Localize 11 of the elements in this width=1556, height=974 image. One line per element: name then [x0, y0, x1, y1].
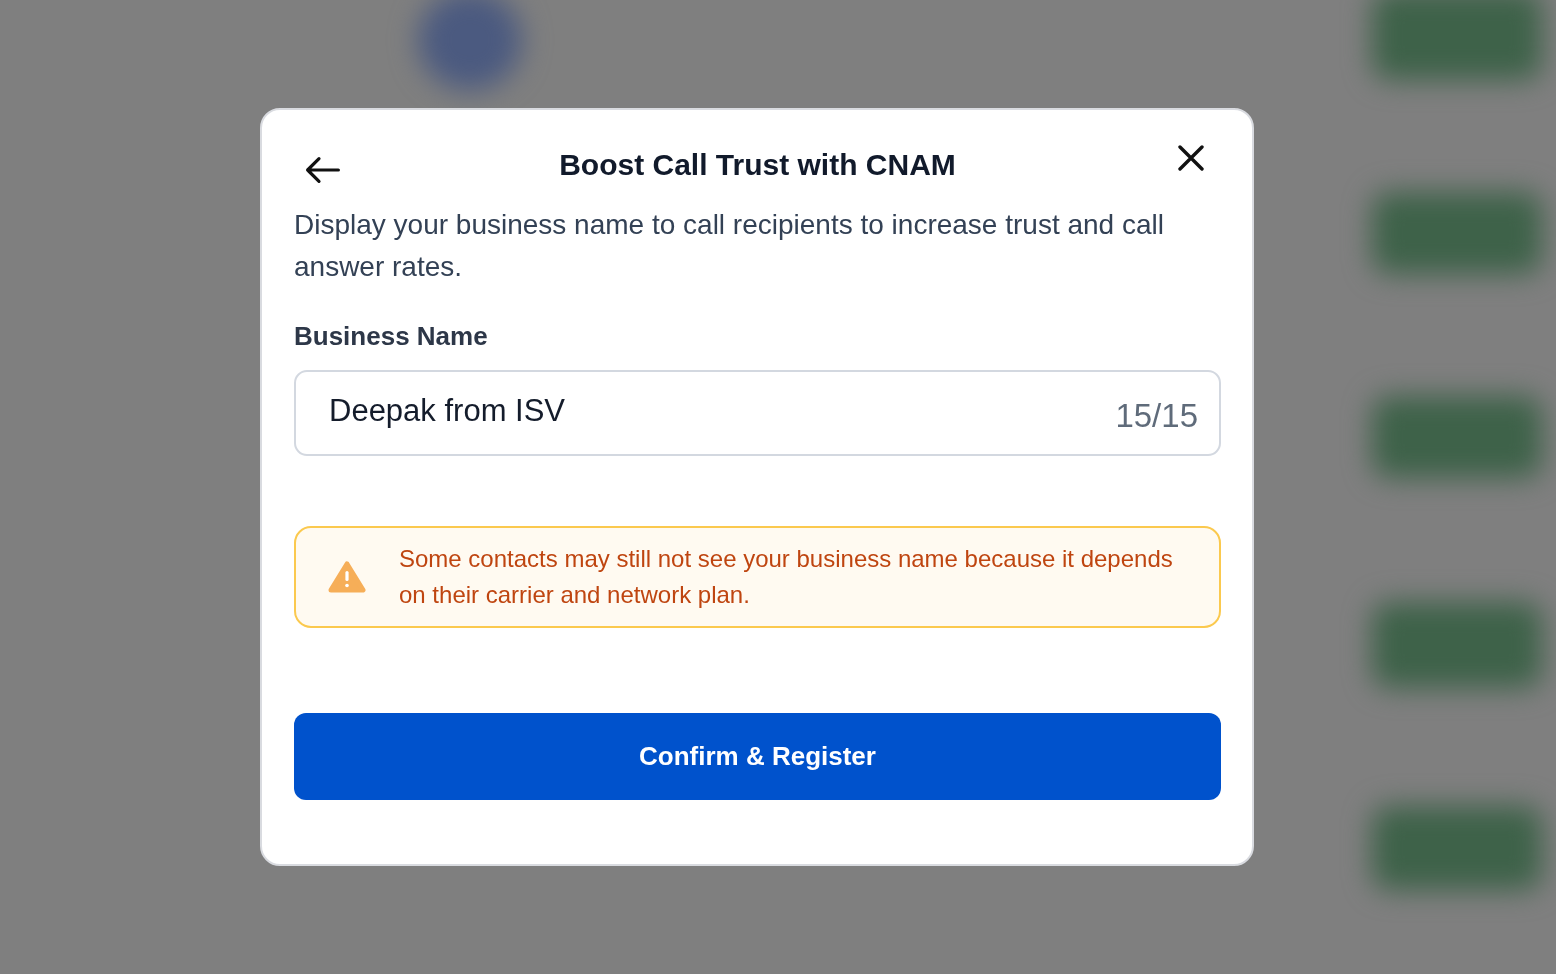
warning-icon	[328, 560, 366, 594]
field-label: Business Name	[294, 320, 488, 353]
close-button[interactable]	[1178, 145, 1204, 171]
warning-text: Some contacts may still not see your business name because it depends on their carrier and network plan.	[399, 544, 1174, 610]
character-counter: 15/15	[1115, 397, 1198, 435]
dialog-description: Display your business name to call recipients to increase trust and call answer rates.	[294, 208, 1165, 284]
back-button[interactable]	[305, 155, 341, 185]
confirm-register-button[interactable]: Confirm & Register	[294, 713, 1221, 800]
dialog-title: Boost Call Trust with CNAM	[559, 147, 956, 183]
close-icon	[1178, 145, 1204, 171]
arrow-left-icon	[305, 155, 341, 185]
